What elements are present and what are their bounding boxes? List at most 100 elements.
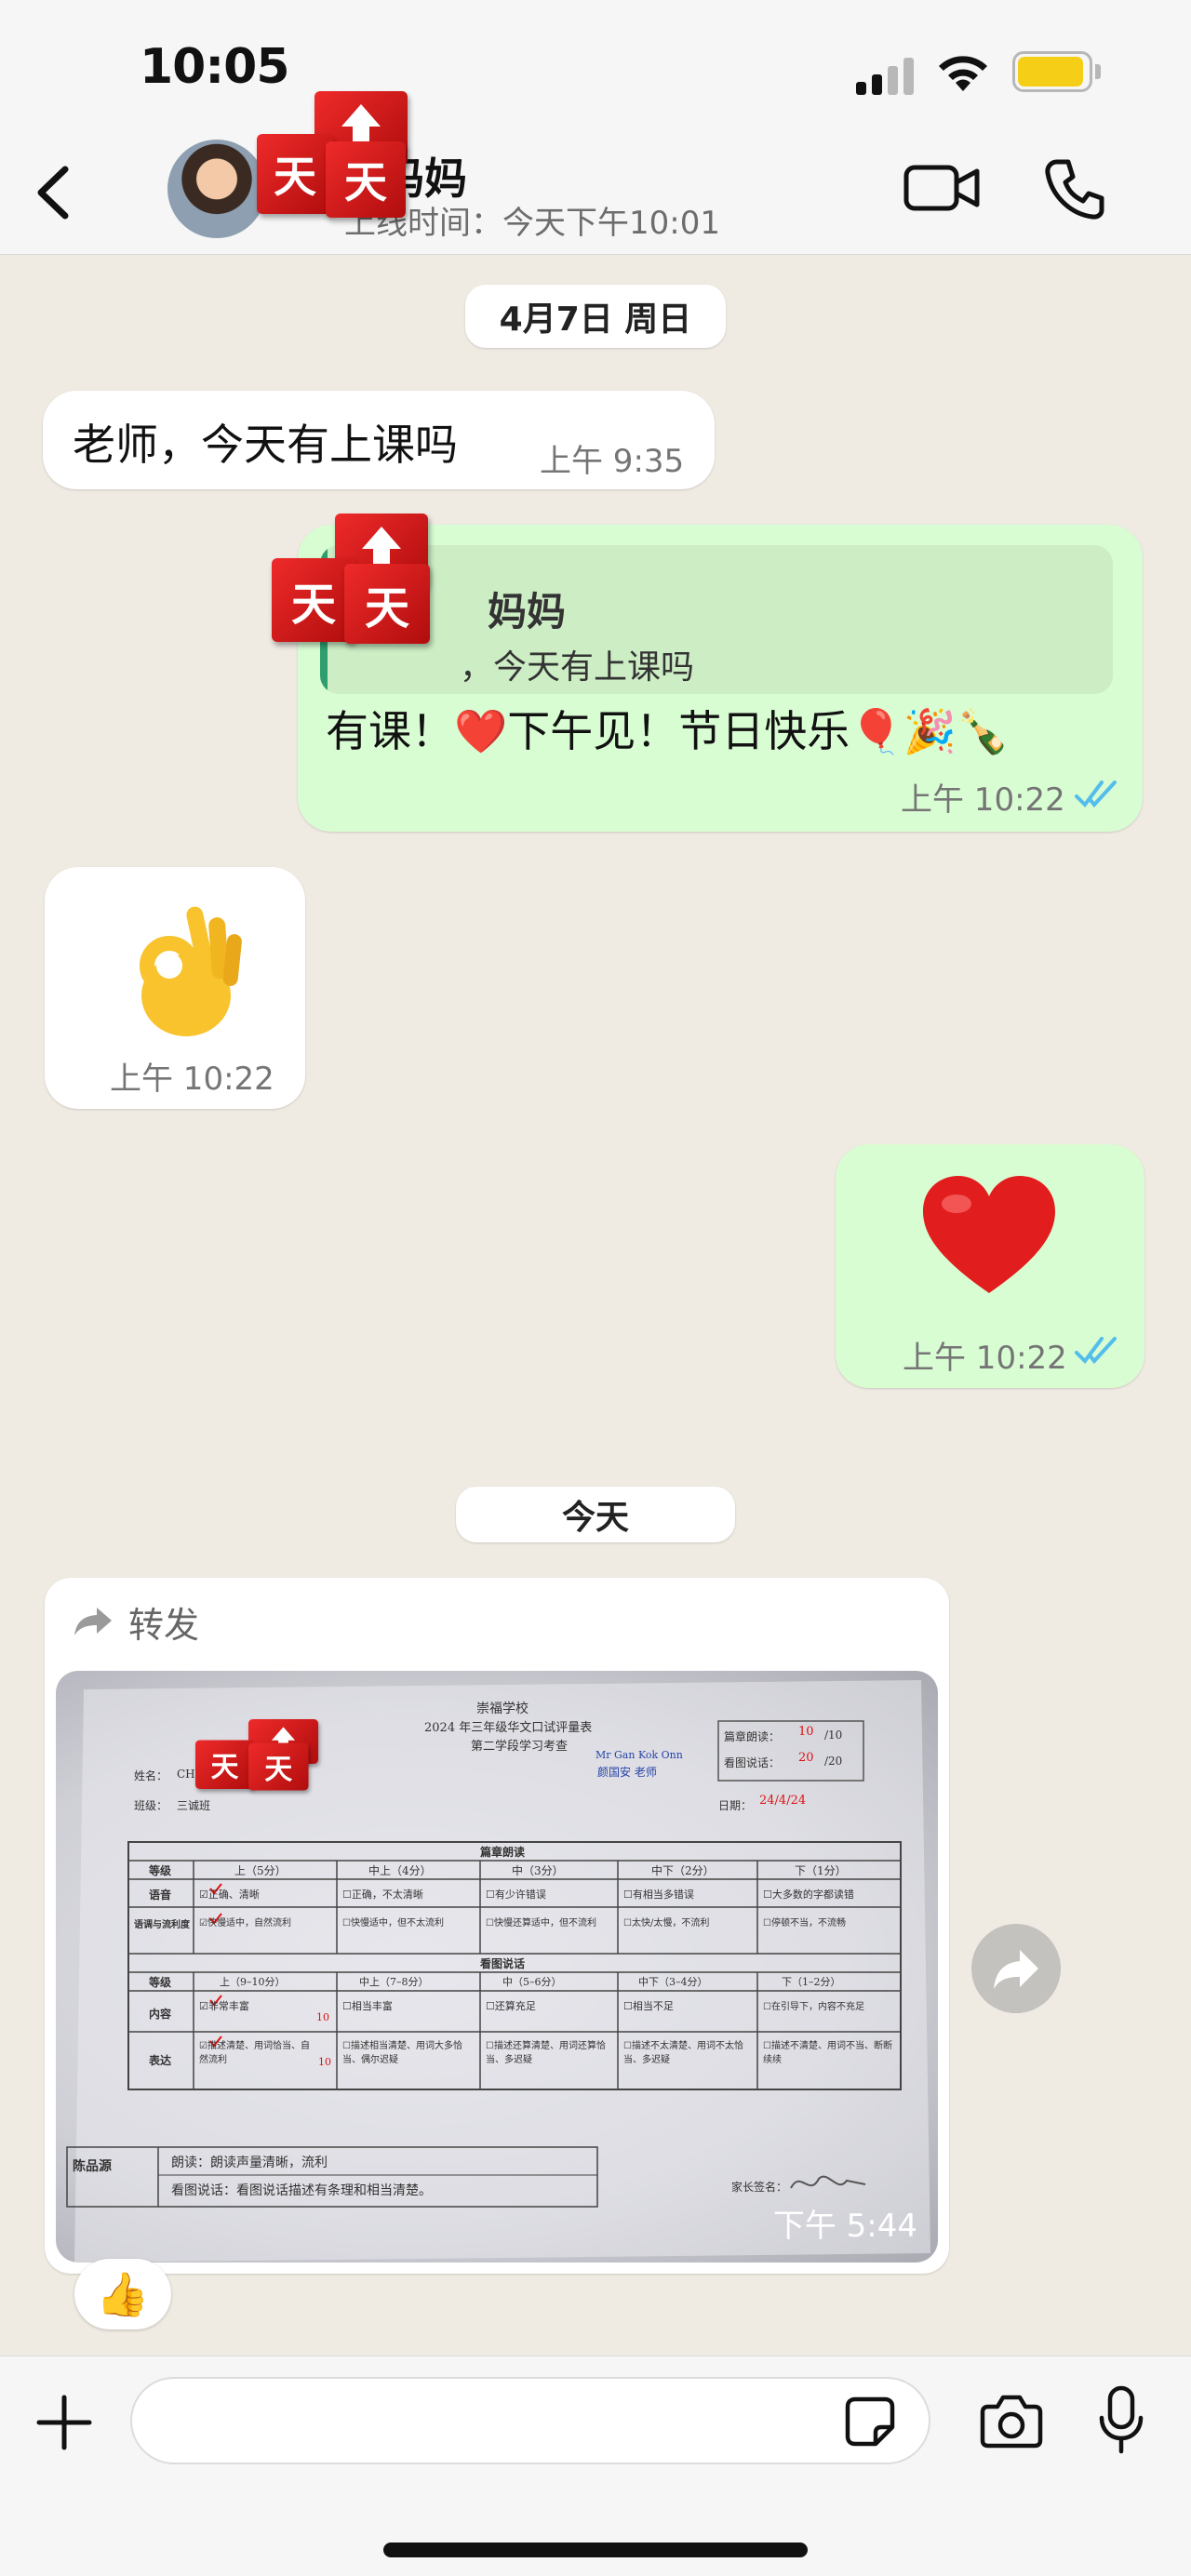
share-arrow-icon [994,1950,1038,1989]
doc-cell: ☐在引导下，内容不充足 [763,2002,864,2012]
doc-teacher-cn: 颜国安 老师 [597,1766,657,1779]
outgoing-message[interactable]: 妈妈 ，今天有上课吗 有课！❤️下午见！节日快乐🎈🎉🍾 上午 10:22 天 天 [272,514,1143,832]
doc-class-label: 班级： [134,1799,168,1812]
doc-cell: ☑快慢适中，自然流利 [199,1918,291,1929]
doc-cell: ☐快慢适中，但不太流利 [342,1918,444,1929]
doc-level: 中上（4分） [368,1864,432,1877]
doc-level: 下（1–2分） [782,1976,841,1988]
doc-mark: 10 [316,2011,329,2023]
doc-score-talk: 20 [798,1751,814,1765]
doc-parent-sign-label: 家长签名： [731,2181,788,2194]
doc-comment-label: 陈品源 [73,2159,112,2174]
message-time: 上午 9:35 [540,443,685,480]
red-heart-emoji [923,1176,1055,1293]
read-receipt-icon [1075,781,1117,808]
doc-level: 中下（3–4分） [638,1976,708,1988]
status-bar: 10:05 [0,0,1191,140]
message-text: 老师，今天有上课吗 [73,420,458,470]
forwarded-image-message[interactable]: 转发 崇福学校 2024 年三年级华文口试评量表 第二学段学习考查 Mr Gan… [45,1578,949,2274]
doc-cell: ☐有相当多错误 [623,1889,694,1901]
doc-level: 上（9–10分） [220,1976,286,1988]
doc-cell: ☐相当不足 [623,2000,674,2012]
battery-icon [1012,51,1102,92]
doc-cell: ☑描述清楚、用词恰当、自然流利 [199,2041,310,2065]
doc-school: 崇福学校 [476,1702,529,1716]
forwarded-label: 转发 [128,1605,200,1646]
doc-cell: ☐停顿不当，不流畅 [763,1918,846,1929]
doc-mark: 10 [318,2056,331,2068]
phone-icon[interactable] [1042,156,1107,221]
doc-level: 中上（7–8分） [359,1976,429,1988]
message-time: 上午 10:22 [110,1061,274,1098]
sticker-overlay: 天 天 [195,1719,335,1824]
doc-level: 中（5–6分） [502,1976,562,1988]
message-text: 有课！❤️下午见！节日快乐🎈🎉🍾 [326,706,1010,756]
doc-level-header: 等级 [149,1976,172,1989]
doc-cell: ☐描述还算清楚、用词还算恰当、多迟疑 [486,2041,606,2065]
camera-icon[interactable] [979,2392,1044,2449]
wifi-icon [939,56,987,91]
doc-row-label: 内容 [149,2008,172,2021]
message-time: 上午 10:22 [903,1340,1067,1377]
doc-cell: ☑非常丰富 [199,2000,249,2012]
doc-row-label: 语音 [149,1889,172,1902]
doc-score-read-max: /10 [824,1728,843,1742]
sticker-icon[interactable] [842,2394,898,2449]
outgoing-message[interactable]: 上午 10:22 [836,1144,1144,1388]
doc-level: 上（5分） [234,1864,287,1877]
doc-comment: 朗读：朗读声量清晰，流利 [171,2156,328,2170]
ok-hand-emoji [140,906,242,1036]
date-divider: 今天 [456,1487,735,1542]
doc-cell: ☐大多数的字都读错 [763,1889,854,1901]
doc-score-talk-label: 看图说话： [724,1756,781,1769]
doc-cell: ☐描述不清楚、用词不当、断断续续 [763,2041,892,2065]
quoted-text: ，今天有上课吗 [460,648,695,687]
doc-row-label: 表达 [149,2054,172,2067]
doc-section-1: 篇章朗读 [480,1846,526,1859]
message-input[interactable] [130,2377,930,2464]
doc-date-label: 日期： [718,1799,753,1812]
forward-arrow-icon [74,1608,112,1635]
assessment-photo[interactable]: 崇福学校 2024 年三年级华文口试评量表 第二学段学习考查 Mr Gan Ko… [56,1671,938,2262]
doc-row-label: 语调与流利度 [134,1920,190,1930]
doc-level: 中下（2分） [651,1864,715,1877]
home-indicator [383,2543,808,2557]
quoted-sender: 妈妈 [488,589,567,634]
doc-teacher-en: Mr Gan Kok Onn [596,1749,683,1761]
doc-title: 2024 年三年级华文口试评量表 [424,1721,593,1735]
doc-comment: 看图说话：看图说话描述有条理和相当清楚。 [171,2183,432,2198]
chat-header: 妈妈 上线时间：今天下午10:01 天 天 [0,91,1191,255]
doc-level: 中（3分） [512,1864,564,1877]
plus-icon[interactable] [35,2394,93,2451]
doc-date-value: 24/4/24 [759,1794,807,1808]
doc-cell: ☐快慢还算适中，但不流利 [486,1918,596,1929]
microphone-icon[interactable] [1096,2384,1146,2457]
doc-cell: ☐描述不太清楚、用词不太恰当、多迟疑 [623,2041,743,2065]
doc-cell: ☐正确，不太清晰 [342,1889,423,1901]
doc-section-2: 看图说话 [480,1957,526,1970]
doc-score-read-label: 篇章朗读： [724,1730,781,1743]
doc-cell: ☐太快/太慢，不流利 [623,1918,710,1929]
doc-level-header: 等级 [149,1864,172,1877]
sticker-overlay: 天 天 [266,506,452,646]
sticker-overlay: 天 天 [251,84,437,223]
doc-name-label: 姓名： [134,1769,168,1782]
date-divider: 4月7日 周日 [465,285,726,348]
forward-button[interactable] [971,1924,1061,2013]
doc-cell: ☐相当丰富 [342,2000,393,2012]
video-call-icon[interactable] [903,160,981,216]
message-composer [0,2356,1191,2576]
doc-cell: ☐有少许错误 [486,1889,546,1901]
incoming-message[interactable]: 老师，今天有上课吗 上午 9:35 [43,391,715,489]
doc-subtitle: 第二学段学习考查 [471,1740,569,1754]
doc-cell: ☐还算充足 [486,2000,536,2012]
cellular-signal-icon [856,58,921,95]
message-time: 上午 10:22 [901,781,1065,819]
doc-score-read: 10 [798,1725,814,1739]
thumbs-up-reaction[interactable]: 👍 [74,2259,171,2329]
doc-cell: ☐描述相当清楚、用词大多恰当、偶尔迟疑 [342,2041,462,2065]
chevron-left-icon[interactable] [28,160,84,225]
read-receipt-icon [1075,1337,1117,1365]
incoming-message[interactable]: 上午 10:22 [45,867,305,1109]
doc-cell: ☑正确、清晰 [199,1889,260,1901]
